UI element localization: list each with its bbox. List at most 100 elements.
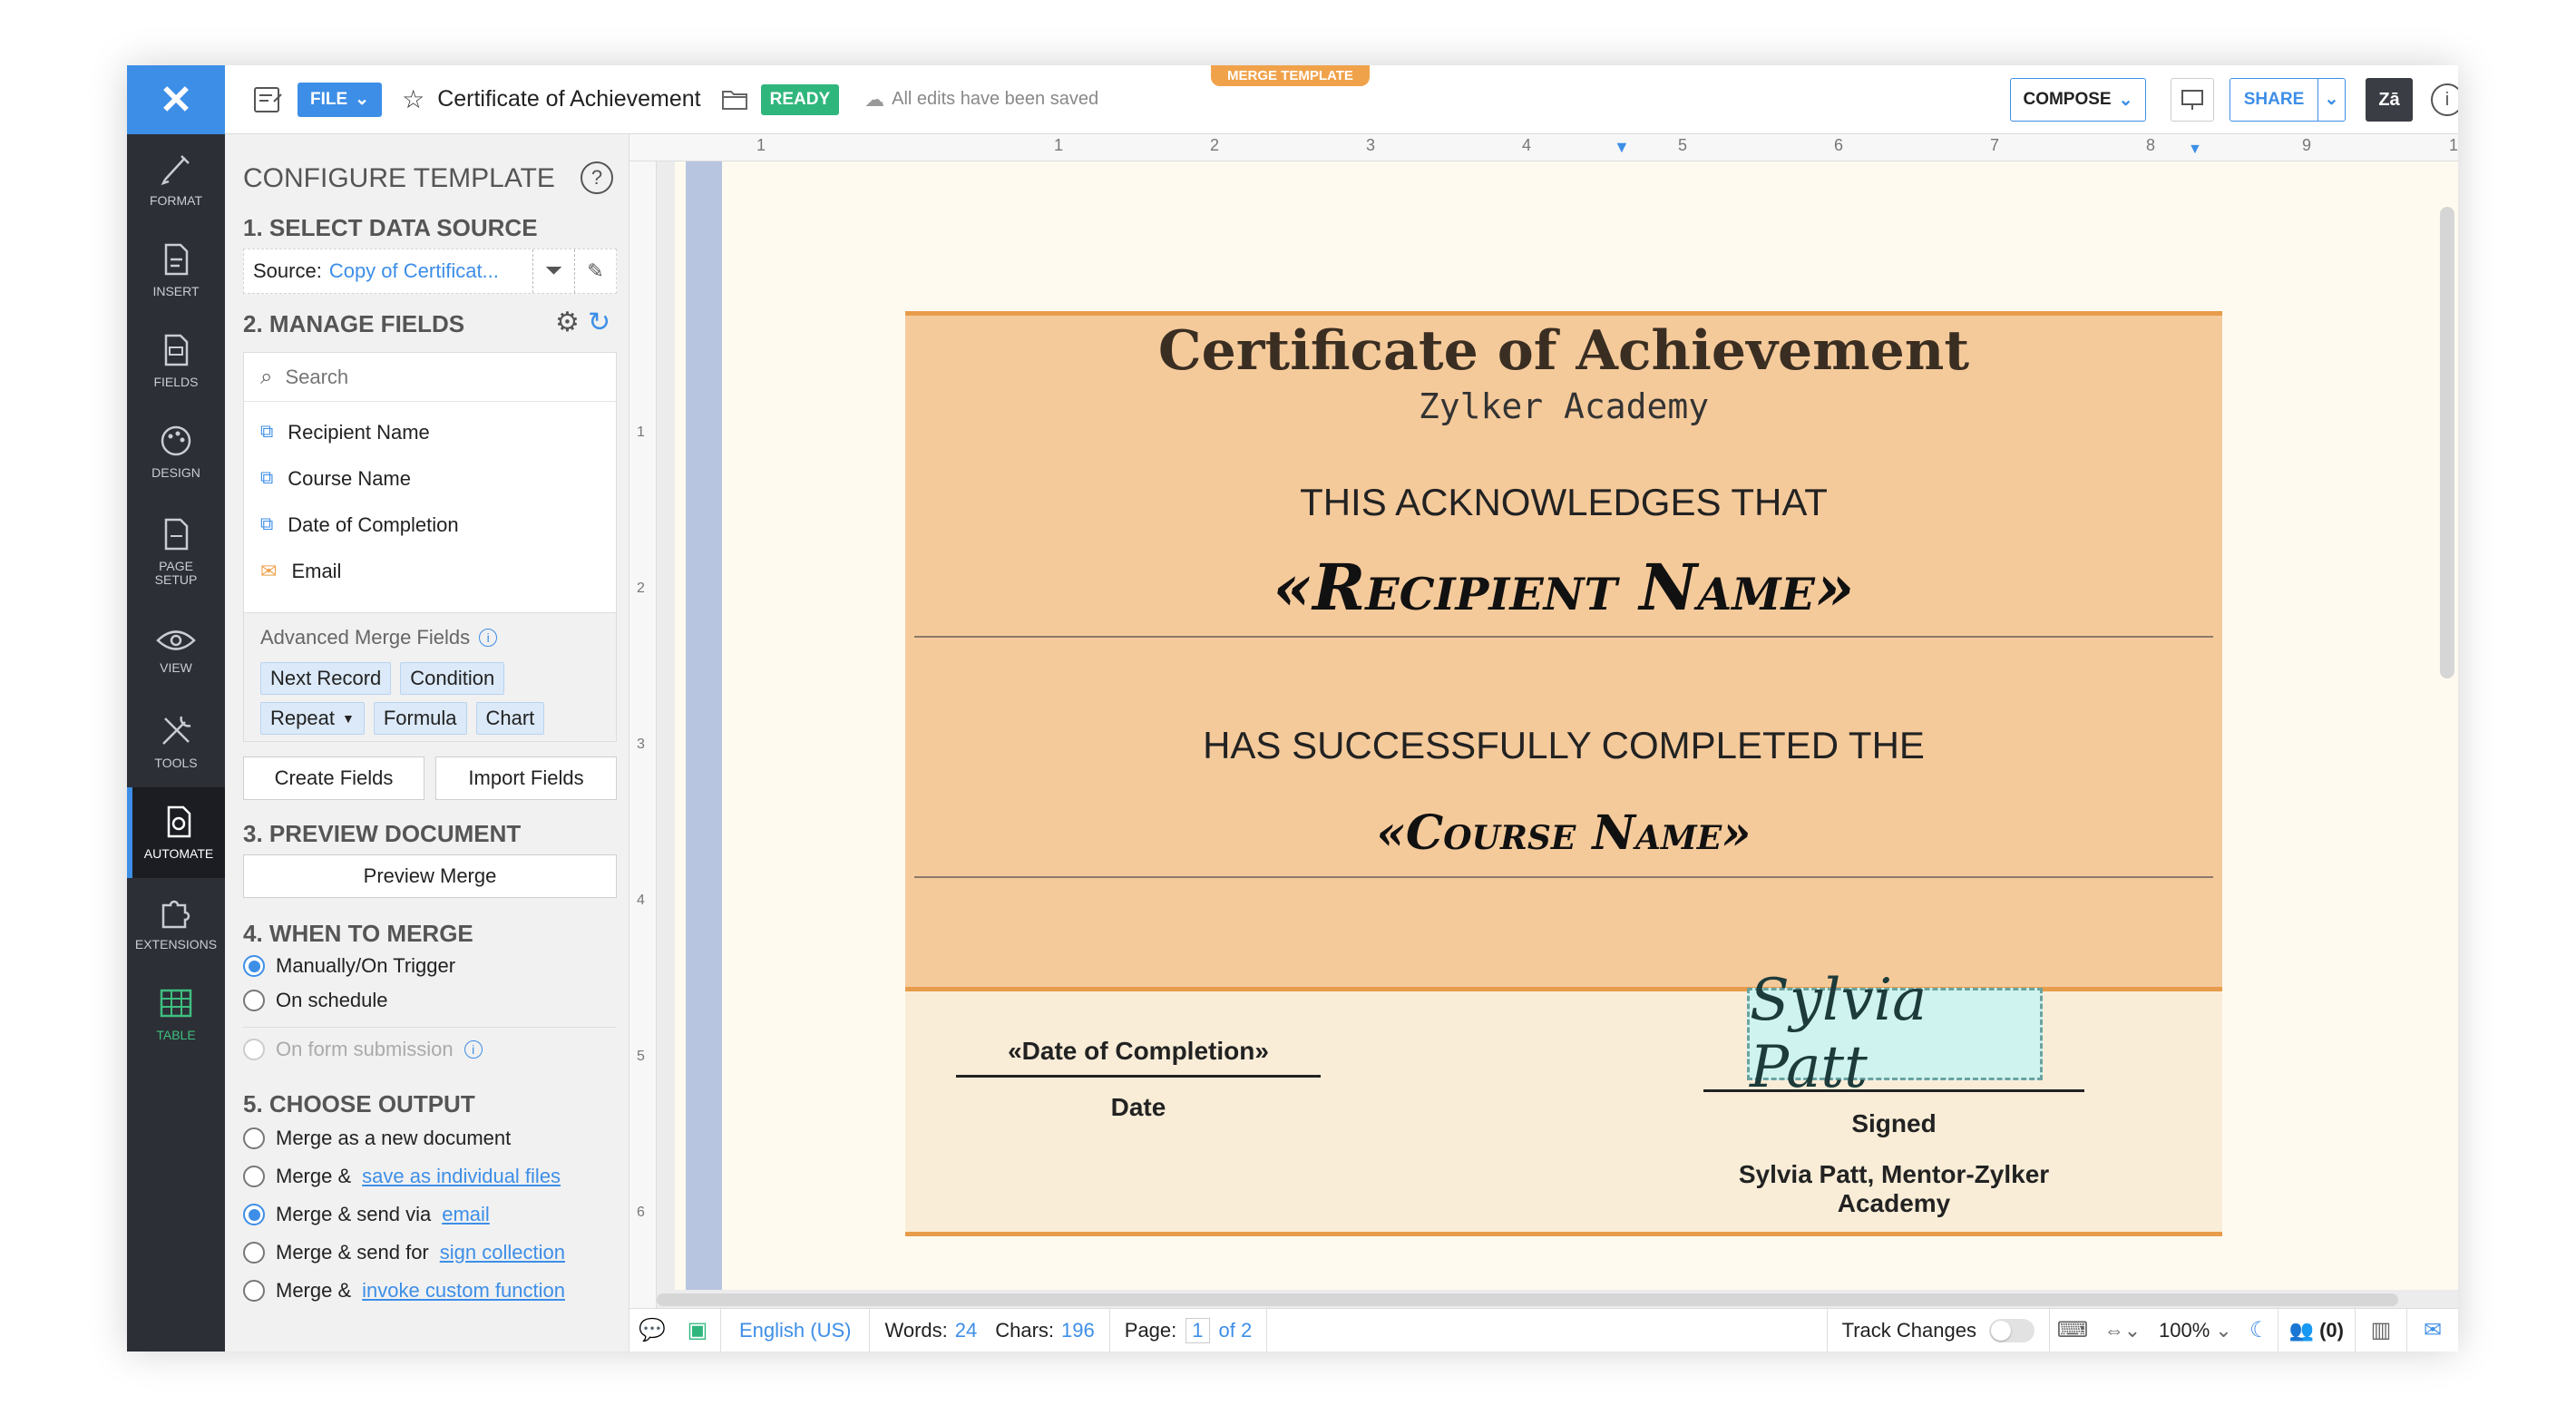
- chip-next-record[interactable]: Next Record: [260, 662, 392, 695]
- gear-icon[interactable]: ⚙: [555, 307, 580, 338]
- info-icon[interactable]: i: [479, 629, 498, 647]
- radio-button[interactable]: [243, 1280, 265, 1302]
- compose-button[interactable]: COMPOSE ⌄: [2010, 78, 2146, 122]
- refresh-icon[interactable]: ↻: [588, 307, 610, 338]
- rail-label: TABLE: [156, 1028, 196, 1043]
- comment-icon[interactable]: 💬: [629, 1317, 675, 1343]
- edit-source-icon[interactable]: ✎: [574, 249, 616, 293]
- document-check-icon[interactable]: ▣: [675, 1317, 720, 1343]
- ruler-label: 2: [637, 581, 645, 596]
- indent-marker-icon[interactable]: ▼: [1614, 138, 1630, 157]
- rail-item-tools[interactable]: TOOLS: [127, 697, 225, 787]
- vertical-scrollbar[interactable]: [2440, 207, 2454, 678]
- word-count[interactable]: Words: 24 Chars: 196: [870, 1319, 1108, 1342]
- chip-formula[interactable]: Formula: [373, 702, 467, 735]
- star-icon[interactable]: ☆: [402, 84, 424, 114]
- radio-output-new-document[interactable]: Merge as a new document: [243, 1127, 511, 1150]
- track-changes[interactable]: Track Changes: [1828, 1318, 2049, 1342]
- field-label: Course Name: [288, 466, 411, 490]
- vertical-ruler[interactable]: 1 2 3 4 5 6: [629, 161, 657, 1308]
- field-item[interactable]: ✉ Email: [244, 548, 616, 594]
- import-fields-button[interactable]: Import Fields: [435, 756, 617, 800]
- filter-icon[interactable]: ⏷: [532, 249, 574, 293]
- certificate: Certificate of Achievement Zylker Academ…: [905, 311, 2222, 1236]
- ruler-label: 1: [637, 424, 645, 440]
- document-menu-icon[interactable]: [250, 82, 287, 118]
- page-setup-icon: [164, 518, 189, 550]
- preview-merge-button[interactable]: Preview Merge: [243, 854, 617, 898]
- right-indent-marker-icon[interactable]: ▼: [2188, 142, 2202, 158]
- custom-function-link[interactable]: invoke custom function: [362, 1279, 565, 1303]
- zoom-selector[interactable]: 100% ⌄: [2150, 1319, 2241, 1342]
- radio-output-email[interactable]: Merge & send via email: [243, 1203, 490, 1226]
- field-item[interactable]: ⧉ Recipient Name: [244, 409, 616, 455]
- save-individual-files-link[interactable]: save as individual files: [362, 1165, 561, 1188]
- info-icon[interactable]: i: [2431, 83, 2458, 116]
- chip-repeat[interactable]: Repeat ▼: [260, 702, 365, 735]
- rail-item-page-setup[interactable]: PAGE SETUP: [127, 497, 225, 606]
- radio-button[interactable]: [243, 955, 265, 977]
- rail-item-design[interactable]: DESIGN: [127, 406, 225, 497]
- source-value-link[interactable]: Copy of Certificat...: [329, 259, 499, 283]
- radio-button[interactable]: [243, 990, 265, 1011]
- rail-item-format[interactable]: FORMAT: [127, 134, 225, 225]
- create-fields-button[interactable]: Create Fields: [243, 756, 424, 800]
- horizontal-scrollbar[interactable]: [657, 1293, 2398, 1306]
- chars-label: Chars:: [995, 1318, 1055, 1342]
- translate-icon[interactable]: Zā: [2366, 78, 2413, 122]
- track-changes-toggle[interactable]: [1988, 1318, 2034, 1342]
- field-item[interactable]: ⧉ Course Name: [244, 455, 616, 502]
- date-completion-field[interactable]: «Date of Completion»: [956, 1037, 1321, 1066]
- document-title[interactable]: Certificate of Achievement: [437, 86, 700, 112]
- radio-manual-trigger[interactable]: Manually/On Trigger: [243, 954, 455, 978]
- radio-output-individual-files[interactable]: Merge & save as individual files: [243, 1165, 561, 1188]
- search-box[interactable]: ⌕: [244, 353, 616, 402]
- language-selector[interactable]: English (US): [721, 1319, 869, 1342]
- field-item[interactable]: ⧉ Date of Completion: [244, 502, 616, 548]
- radio-on-schedule[interactable]: On schedule: [243, 989, 388, 1012]
- mail-icon[interactable]: ✉: [2407, 1317, 2458, 1343]
- chip-condition[interactable]: Condition: [400, 662, 505, 695]
- page-total: of 2: [1218, 1318, 1253, 1342]
- rail-item-fields[interactable]: FIELDS: [127, 316, 225, 406]
- radio-button[interactable]: [243, 1166, 265, 1187]
- horizontal-ruler[interactable]: 1 1 2 3 4 5 6 7 8 9 10 ▼ ▼: [629, 134, 2458, 161]
- email-link[interactable]: email: [442, 1203, 490, 1226]
- recipient-name-field[interactable]: «Recipient Name»: [905, 550, 2222, 625]
- rail-item-automate[interactable]: AUTOMATE: [127, 787, 225, 878]
- signature-image[interactable]: Sylvia Patt: [1747, 967, 2043, 1101]
- share-button[interactable]: SHARE ⌄: [2230, 78, 2346, 122]
- document-editor[interactable]: 1 1 2 3 4 5 6 7 8 9 10 ▼ ▼ 1 2 3 4 5 6 ▤: [629, 134, 2458, 1308]
- file-menu-button[interactable]: FILE ⌄: [298, 82, 383, 117]
- folder-icon[interactable]: [721, 88, 748, 112]
- close-button[interactable]: ✕: [127, 65, 225, 134]
- radio-button[interactable]: [243, 1127, 265, 1149]
- night-mode-icon[interactable]: ☾: [2241, 1317, 2278, 1343]
- section-select-data-source: 1. SELECT DATA SOURCE: [243, 214, 538, 241]
- chip-chart[interactable]: Chart: [475, 702, 545, 735]
- rail-item-view[interactable]: VIEW: [127, 606, 225, 697]
- radio-on-form-submission: On form submission i: [243, 1038, 483, 1061]
- search-input[interactable]: [285, 365, 558, 389]
- course-name-field[interactable]: «Course Name»: [905, 805, 2222, 861]
- help-icon[interactable]: ?: [581, 161, 613, 194]
- sign-collection-link[interactable]: sign collection: [440, 1241, 565, 1264]
- radio-button[interactable]: [243, 1242, 265, 1264]
- share-dropdown-icon[interactable]: ⌄: [2317, 79, 2345, 121]
- page-fit-icon[interactable]: ⇔⌄: [2095, 1319, 2150, 1342]
- rail-item-table[interactable]: TABLE: [127, 969, 225, 1059]
- present-icon[interactable]: [2171, 78, 2214, 122]
- info-icon[interactable]: i: [463, 1040, 483, 1059]
- layout-icon[interactable]: ▥: [2356, 1317, 2406, 1343]
- page-number-input[interactable]: 1: [1186, 1317, 1210, 1343]
- rail-item-extensions[interactable]: EXTENSIONS: [127, 878, 225, 969]
- collaborators[interactable]: 👥 (0): [2278, 1319, 2355, 1342]
- keyboard-icon[interactable]: ⌨: [2050, 1317, 2095, 1343]
- radio-button[interactable]: [243, 1204, 265, 1225]
- chip-label: Repeat: [270, 707, 335, 729]
- document-page[interactable]: ▤ Certificate of Achievement Zylker Acad…: [675, 161, 2458, 1290]
- radio-output-sign-collection[interactable]: Merge & send for sign collection: [243, 1241, 565, 1264]
- rail-item-insert[interactable]: INSERT: [127, 225, 225, 316]
- ruler-label: 1: [1054, 136, 1064, 154]
- radio-output-custom-function[interactable]: Merge & invoke custom function: [243, 1279, 565, 1303]
